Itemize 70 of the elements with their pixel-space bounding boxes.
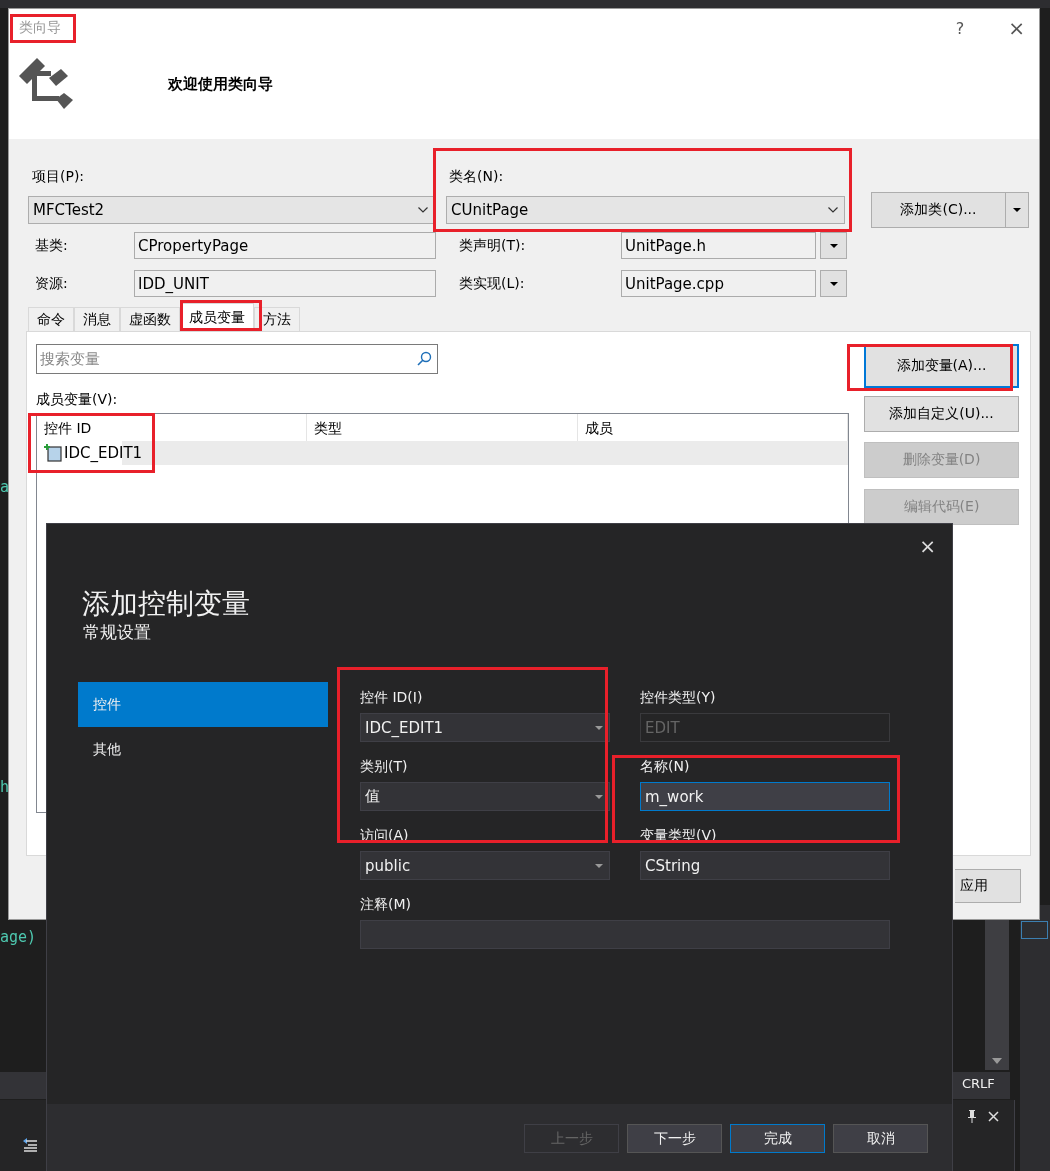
nav-item[interactable]: 其他	[78, 727, 328, 772]
field-label: 资源:	[34, 274, 69, 293]
control-id-text: IDC_EDIT1	[64, 444, 143, 462]
declaration-field[interactable]: UnitPage.h	[621, 232, 816, 259]
field-label: 类实现(L):	[458, 274, 526, 293]
class-name-dropdown[interactable]: CUnitPage	[446, 196, 845, 224]
search-field[interactable]: 搜索变量	[36, 344, 438, 374]
welcome-heading: 欢迎使用类向导	[168, 75, 273, 94]
caret-icon	[595, 794, 603, 799]
tab[interactable]: 命令	[28, 307, 74, 331]
help-button[interactable]: ?	[951, 18, 969, 38]
dialog-button[interactable]: 下一步	[627, 1124, 722, 1153]
code-text: a	[0, 478, 10, 496]
outdent-icon[interactable]	[22, 1138, 38, 1152]
field-label: 基类:	[34, 236, 69, 255]
input-field[interactable]: m_work	[640, 782, 890, 811]
dialog-subtitle: 常规设置	[83, 621, 151, 644]
close-button[interactable]: ×	[1004, 16, 1029, 40]
project-dropdown[interactable]: MFCTest2	[28, 196, 435, 224]
implementation-field[interactable]: UnitPage.cpp	[621, 270, 816, 297]
line-ending-label[interactable]: CRLF	[962, 1076, 995, 1091]
caret-icon	[829, 281, 838, 286]
field-label: 控件 ID(I)	[360, 689, 424, 707]
field-label: 注释(M)	[360, 896, 412, 914]
dropdown[interactable]: IDC_EDIT1	[360, 713, 610, 742]
base-class-field[interactable]: CPropertyPage	[134, 232, 436, 259]
field-label: 名称(N)	[640, 758, 691, 776]
dropdown-button[interactable]	[820, 232, 847, 259]
panel-tab[interactable]	[1021, 921, 1048, 939]
nav-item[interactable]: 控件	[78, 682, 328, 727]
scroll-down-icon[interactable]	[992, 1058, 1002, 1064]
dialog-title: 添加控制变量	[82, 587, 250, 621]
code-text: age)	[0, 928, 37, 946]
window-title: 类向导	[19, 19, 61, 37]
close-button[interactable]: ×	[915, 532, 940, 560]
tab[interactable]: 虚函数	[120, 307, 180, 331]
column-header[interactable]: 类型	[307, 414, 578, 441]
field-label: 类名(N):	[448, 168, 504, 186]
caret-icon	[595, 863, 603, 868]
resource-field[interactable]: IDD_UNIT	[134, 270, 436, 297]
field-label: 控件类型(Y)	[640, 689, 717, 707]
list-label: 成员变量(V):	[36, 391, 119, 408]
highlight-frame	[10, 14, 76, 43]
caret-icon	[1013, 208, 1021, 212]
add-class-button[interactable]: 添加类(C)...	[871, 192, 1029, 228]
field-label: 类声明(T):	[458, 236, 527, 255]
caret-icon	[595, 725, 603, 730]
dialog-button[interactable]: 取消	[833, 1124, 928, 1153]
dropdown-button[interactable]	[820, 270, 847, 297]
column-header[interactable]: 控件 ID	[37, 414, 307, 441]
search-icon	[416, 351, 432, 367]
dialog-button[interactable]: 完成	[730, 1124, 825, 1153]
control-icon	[44, 444, 62, 462]
comment-field[interactable]	[360, 920, 890, 949]
column-header[interactable]: 成员	[578, 414, 848, 441]
tab[interactable]: 消息	[74, 307, 120, 331]
close-icon[interactable]	[988, 1111, 999, 1122]
pin-icon[interactable]	[967, 1110, 977, 1123]
chevron-icon	[418, 207, 428, 213]
side-button[interactable]: 添加自定义(U)...	[864, 396, 1019, 432]
field-label: 项目(P):	[31, 168, 86, 186]
input-field[interactable]: CString	[640, 851, 890, 880]
dropdown[interactable]: public	[360, 851, 610, 880]
field-label: 类别(T)	[360, 758, 409, 776]
code-text: h	[0, 778, 10, 796]
chevron-icon	[828, 207, 838, 213]
caret-icon	[829, 243, 838, 248]
dropdown[interactable]: 值	[360, 782, 610, 811]
apply-button[interactable]: 应用	[955, 869, 1021, 903]
tab[interactable]: 方法	[254, 307, 300, 331]
